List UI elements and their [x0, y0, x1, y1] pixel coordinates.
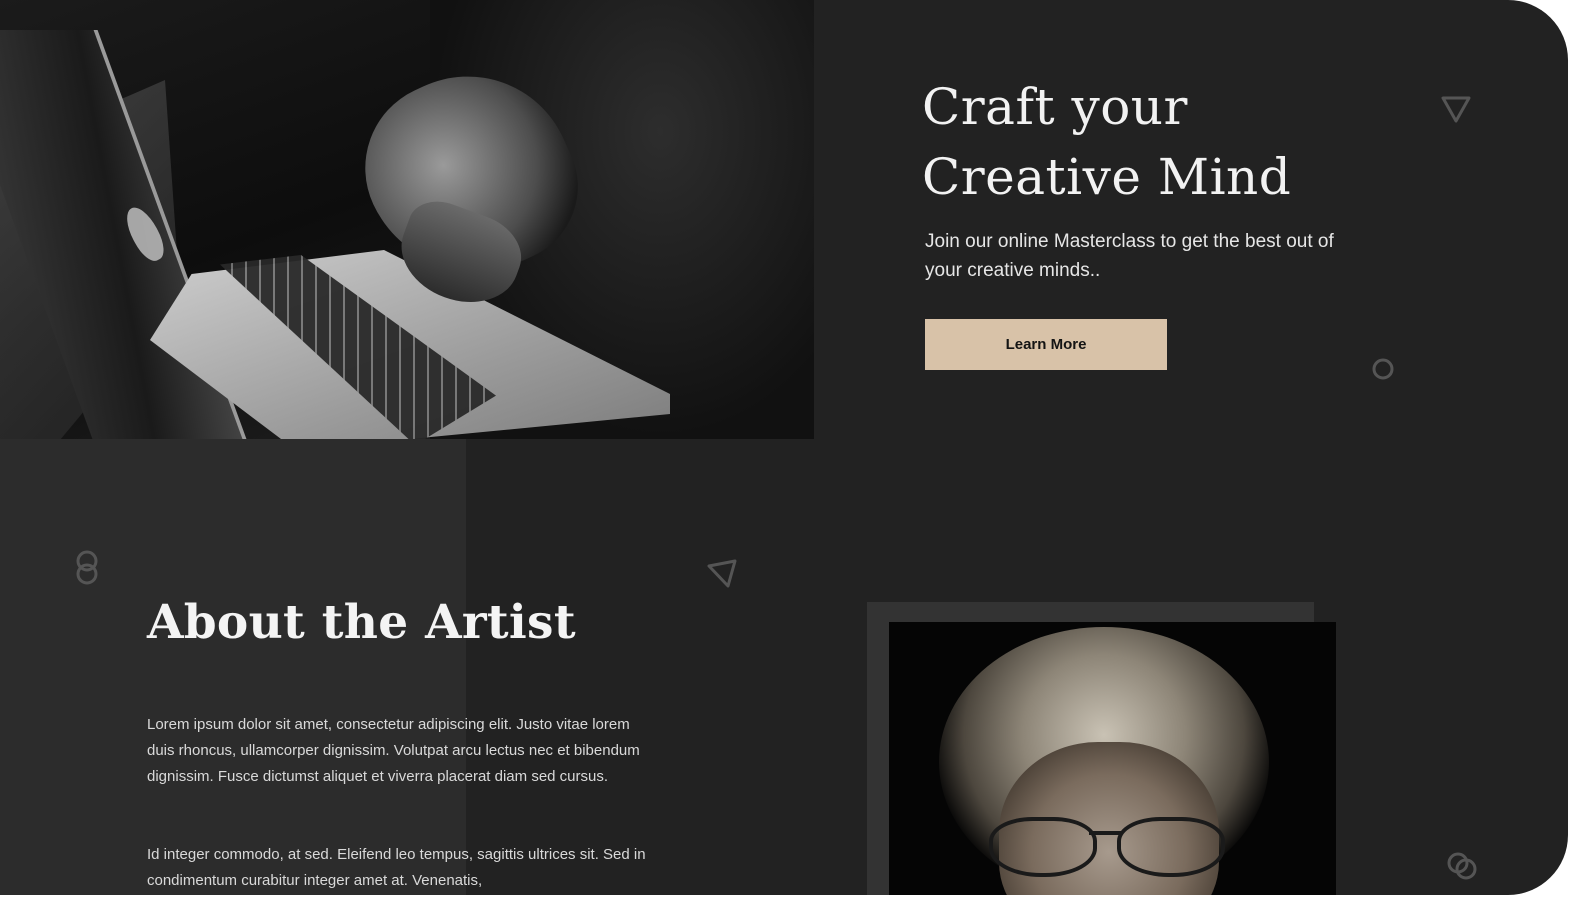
about-title: About the Artist: [147, 595, 576, 650]
portrait-glasses: [989, 817, 1225, 877]
about-panel: [0, 439, 466, 895]
linked-rings-icon: [1446, 850, 1478, 882]
glasses-lens-right: [1117, 817, 1225, 877]
triangle-outline-icon: [705, 558, 739, 590]
triangle-outline-icon: [1440, 94, 1472, 124]
hero-title-line-1: Craft your: [922, 78, 1188, 136]
circle-outline-icon: [1371, 357, 1395, 381]
hero-title-line-2: Creative Mind: [922, 148, 1292, 206]
hero-subtitle: Join our online Masterclass to get the b…: [925, 231, 1334, 281]
landing-page: Craft your Creative Mind Join our online…: [0, 0, 1568, 895]
glasses-lens-left: [989, 817, 1097, 877]
about-paragraph-1: Lorem ipsum dolor sit amet, consectetur …: [147, 716, 640, 785]
hero-title: Craft your Creative Mind: [922, 72, 1442, 212]
hero-image: [0, 0, 814, 439]
artist-portrait: [889, 622, 1336, 895]
linked-rings-icon: [74, 550, 100, 586]
learn-more-button[interactable]: Learn More: [925, 319, 1167, 370]
glasses-bridge: [1089, 831, 1121, 835]
about-paragraph-2: Id integer commodo, at sed. Eleifend leo…: [147, 846, 646, 889]
